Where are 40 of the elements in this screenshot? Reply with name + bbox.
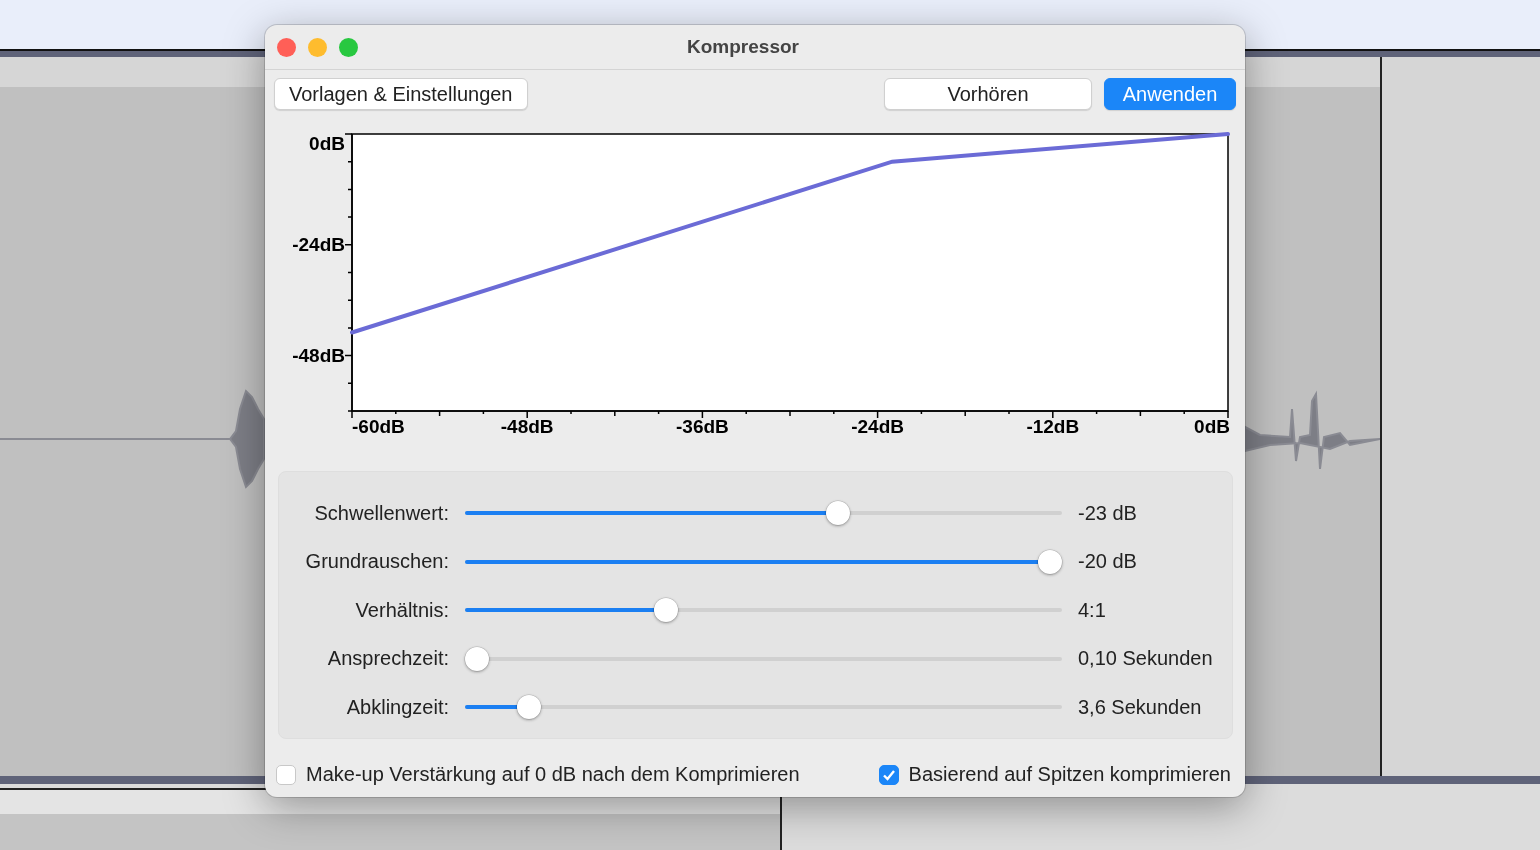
slider-value: 3,6 Sekunden xyxy=(1078,695,1202,719)
zoom-icon[interactable] xyxy=(339,37,358,57)
slider-label: Schwellenwert: xyxy=(313,501,449,525)
slider[interactable] xyxy=(465,646,1062,671)
slider-thumb[interactable] xyxy=(1038,549,1062,574)
checkbox-label[interactable]: Make-up Verstärkung auf 0 dB nach dem Komprimieren xyxy=(306,763,800,786)
y-tick-label: -48dB xyxy=(292,344,345,366)
checkbox[interactable] xyxy=(276,764,296,785)
slider-value: 0,10 Sekunden xyxy=(1078,647,1213,671)
x-tick-label: -36dB xyxy=(676,416,729,437)
slider[interactable] xyxy=(465,501,1062,526)
y-tick-label: 0dB xyxy=(309,133,345,154)
slider-thumb[interactable] xyxy=(654,598,679,623)
slider-value: -23 dB xyxy=(1078,501,1137,525)
x-tick-label: 0dB xyxy=(1194,416,1230,437)
checkbox-label[interactable]: Basierend auf Spitzen komprimieren xyxy=(908,763,1231,786)
slider[interactable] xyxy=(465,695,1062,720)
slider-value: 4:1 xyxy=(1078,598,1106,622)
slider-value: -20 dB xyxy=(1078,550,1137,574)
preview-button[interactable]: Vorhören xyxy=(884,78,1092,110)
x-tick-label: -12dB xyxy=(1026,416,1080,437)
checkbox[interactable] xyxy=(878,764,899,785)
window-title: Kompressor xyxy=(686,36,800,58)
presets-button[interactable]: Vorlagen & Einstellungen xyxy=(274,78,528,110)
x-tick-label: -60dB xyxy=(352,416,405,437)
x-tick-label: -24dB xyxy=(851,416,904,437)
slider-label: Ansprechzeit: xyxy=(326,647,449,671)
slider-label: Verhältnis: xyxy=(354,598,449,622)
apply-button[interactable]: Anwenden xyxy=(1104,78,1236,110)
slider[interactable] xyxy=(465,598,1062,623)
slider-thumb[interactable] xyxy=(465,646,489,671)
close-icon[interactable] xyxy=(277,37,296,57)
slider[interactable] xyxy=(465,549,1062,574)
minimize-icon[interactable] xyxy=(308,37,327,57)
y-tick-label: -24dB xyxy=(292,233,345,255)
slider-thumb[interactable] xyxy=(516,695,541,720)
x-tick-label: -48dB xyxy=(500,416,554,437)
slider-label: Grundrauschen: xyxy=(304,550,449,574)
slider-label: Abklingzeit: xyxy=(345,695,449,719)
slider-thumb[interactable] xyxy=(826,501,850,526)
